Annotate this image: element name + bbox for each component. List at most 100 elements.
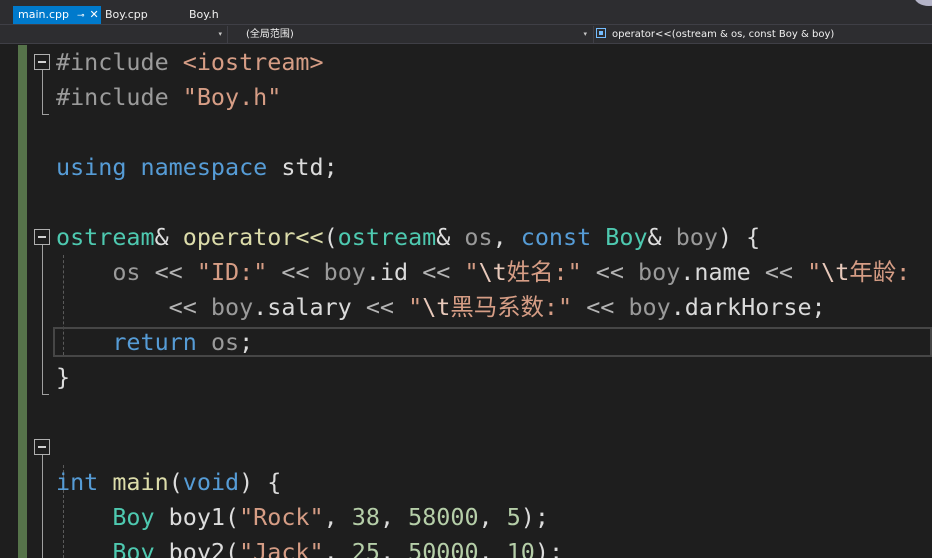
code-token: using — [56, 153, 127, 181]
code-token: << — [581, 258, 639, 286]
code-token: std; — [267, 153, 338, 181]
code-token: ; — [811, 293, 826, 321]
tab-main-cpp[interactable]: main.cpp ⊸ ✕ — [13, 6, 101, 24]
code-token: boy1( — [154, 503, 240, 531]
code-line: os << "ID:" << boy.id << "\t姓名:" << boy.… — [56, 255, 910, 290]
code-token: << — [267, 258, 324, 286]
scope-label: (全局范围) — [246, 29, 294, 40]
code-token: , — [379, 538, 409, 558]
code-token: . — [253, 293, 268, 321]
code-line: } — [56, 360, 70, 395]
project-dropdown[interactable]: ▾ — [0, 26, 226, 43]
code-token: , — [323, 538, 352, 558]
code-token: Boy — [605, 223, 648, 251]
code-token: 年龄: — [849, 258, 911, 286]
collapse-icon[interactable] — [34, 439, 50, 455]
code-line: return os; — [56, 325, 253, 360]
tab-boy-h[interactable]: Boy.h — [184, 6, 254, 24]
divider — [227, 26, 228, 43]
code-token: 黑马系数:" — [450, 293, 573, 321]
scope-dropdown[interactable]: (全局范围) ▾ — [229, 26, 591, 43]
code-token: 38 — [351, 503, 380, 531]
code-token: , — [478, 538, 507, 558]
code-token: . — [670, 293, 685, 321]
code-token: 5 — [506, 503, 521, 531]
code-token: , — [323, 503, 352, 531]
code-token: ostream — [337, 223, 437, 251]
code-token: << — [168, 293, 211, 321]
code-token: << — [572, 293, 629, 321]
fold-line — [42, 245, 43, 394]
code-token: void — [182, 468, 240, 496]
member-label: operator<<(ostream & os, const Boy & boy… — [612, 29, 835, 40]
code-line: Boy boy2("Jack", 25, 50000, 10); — [56, 535, 563, 558]
code-token: \t — [478, 258, 507, 286]
code-token: boy — [210, 293, 254, 321]
navigation-bar: ▾ (全局范围) ▾ operator<<(ostream & os, cons… — [0, 24, 932, 44]
code-token: main — [112, 468, 169, 496]
code-token: <iostream> — [182, 48, 324, 76]
code-token: name — [694, 258, 751, 286]
fold-line — [42, 70, 43, 114]
code-token: 10 — [506, 538, 535, 558]
code-token: << — [351, 293, 409, 321]
code-line: << boy.salary << "\t黑马系数:" << boy.darkHo… — [56, 290, 826, 325]
corner-decoration — [914, 0, 932, 6]
code-token: & — [647, 223, 676, 251]
code-token: #include — [56, 48, 183, 76]
code-token: boy2( — [154, 538, 240, 558]
tab-boy-cpp[interactable]: Boy.cpp — [100, 6, 180, 24]
code-token: , — [379, 503, 409, 531]
divider — [593, 26, 594, 43]
document-tab-strip: main.cpp ⊸ ✕ Boy.cpp Boy.h — [0, 0, 932, 24]
code-token: os — [210, 328, 240, 356]
code-token: darkHorse — [684, 293, 812, 321]
code-token: ; — [239, 328, 254, 356]
code-token: Boy — [112, 503, 155, 531]
code-token: operator<< — [182, 223, 324, 251]
collapse-icon[interactable] — [34, 54, 50, 70]
code-token: ) { — [239, 468, 282, 496]
method-icon — [596, 28, 606, 38]
pin-icon[interactable]: ⊸ — [77, 7, 85, 25]
code-editor[interactable]: #include <iostream> #include "Boy.h" using… — [0, 45, 932, 558]
fold-line — [42, 455, 43, 558]
code-token: boy — [675, 223, 718, 251]
code-token: "Boy.h" — [182, 83, 282, 111]
code-token: id — [379, 258, 409, 286]
code-token: boy — [628, 293, 671, 321]
code-token: , — [492, 223, 521, 251]
code-token: \t — [821, 258, 850, 286]
code-token: << — [140, 258, 197, 286]
member-dropdown[interactable]: operator<<(ostream & os, const Boy & boy… — [596, 26, 932, 43]
code-token: boy — [323, 258, 366, 286]
code-token: , — [478, 503, 507, 531]
code-token: return — [112, 328, 197, 356]
tab-label: Boy.h — [189, 8, 219, 21]
code-token: } — [56, 363, 71, 391]
chevron-down-icon: ▾ — [583, 30, 587, 38]
code-token: << — [408, 258, 465, 286]
code-token: boy — [638, 258, 681, 286]
code-token: namespace — [140, 153, 268, 181]
code-token: ( — [323, 223, 338, 251]
collapse-icon[interactable] — [34, 229, 50, 245]
code-token: . — [680, 258, 695, 286]
code-token: os — [464, 223, 493, 251]
code-token: \t — [422, 293, 451, 321]
code-token: "Rock" — [239, 503, 324, 531]
close-icon[interactable]: ✕ — [90, 6, 99, 24]
code-line: ostream& operator<<(ostream& os, const B… — [56, 220, 760, 255]
code-token: ( — [168, 468, 183, 496]
code-token: 50000 — [408, 538, 479, 558]
code-line: int main(void) { — [56, 465, 281, 500]
tab-label: Boy.cpp — [105, 8, 148, 21]
chevron-down-icon: ▾ — [218, 30, 222, 38]
code-line: #include "Boy.h" — [56, 80, 281, 115]
code-token: "ID:" — [196, 258, 268, 286]
code-token: << — [750, 258, 808, 286]
